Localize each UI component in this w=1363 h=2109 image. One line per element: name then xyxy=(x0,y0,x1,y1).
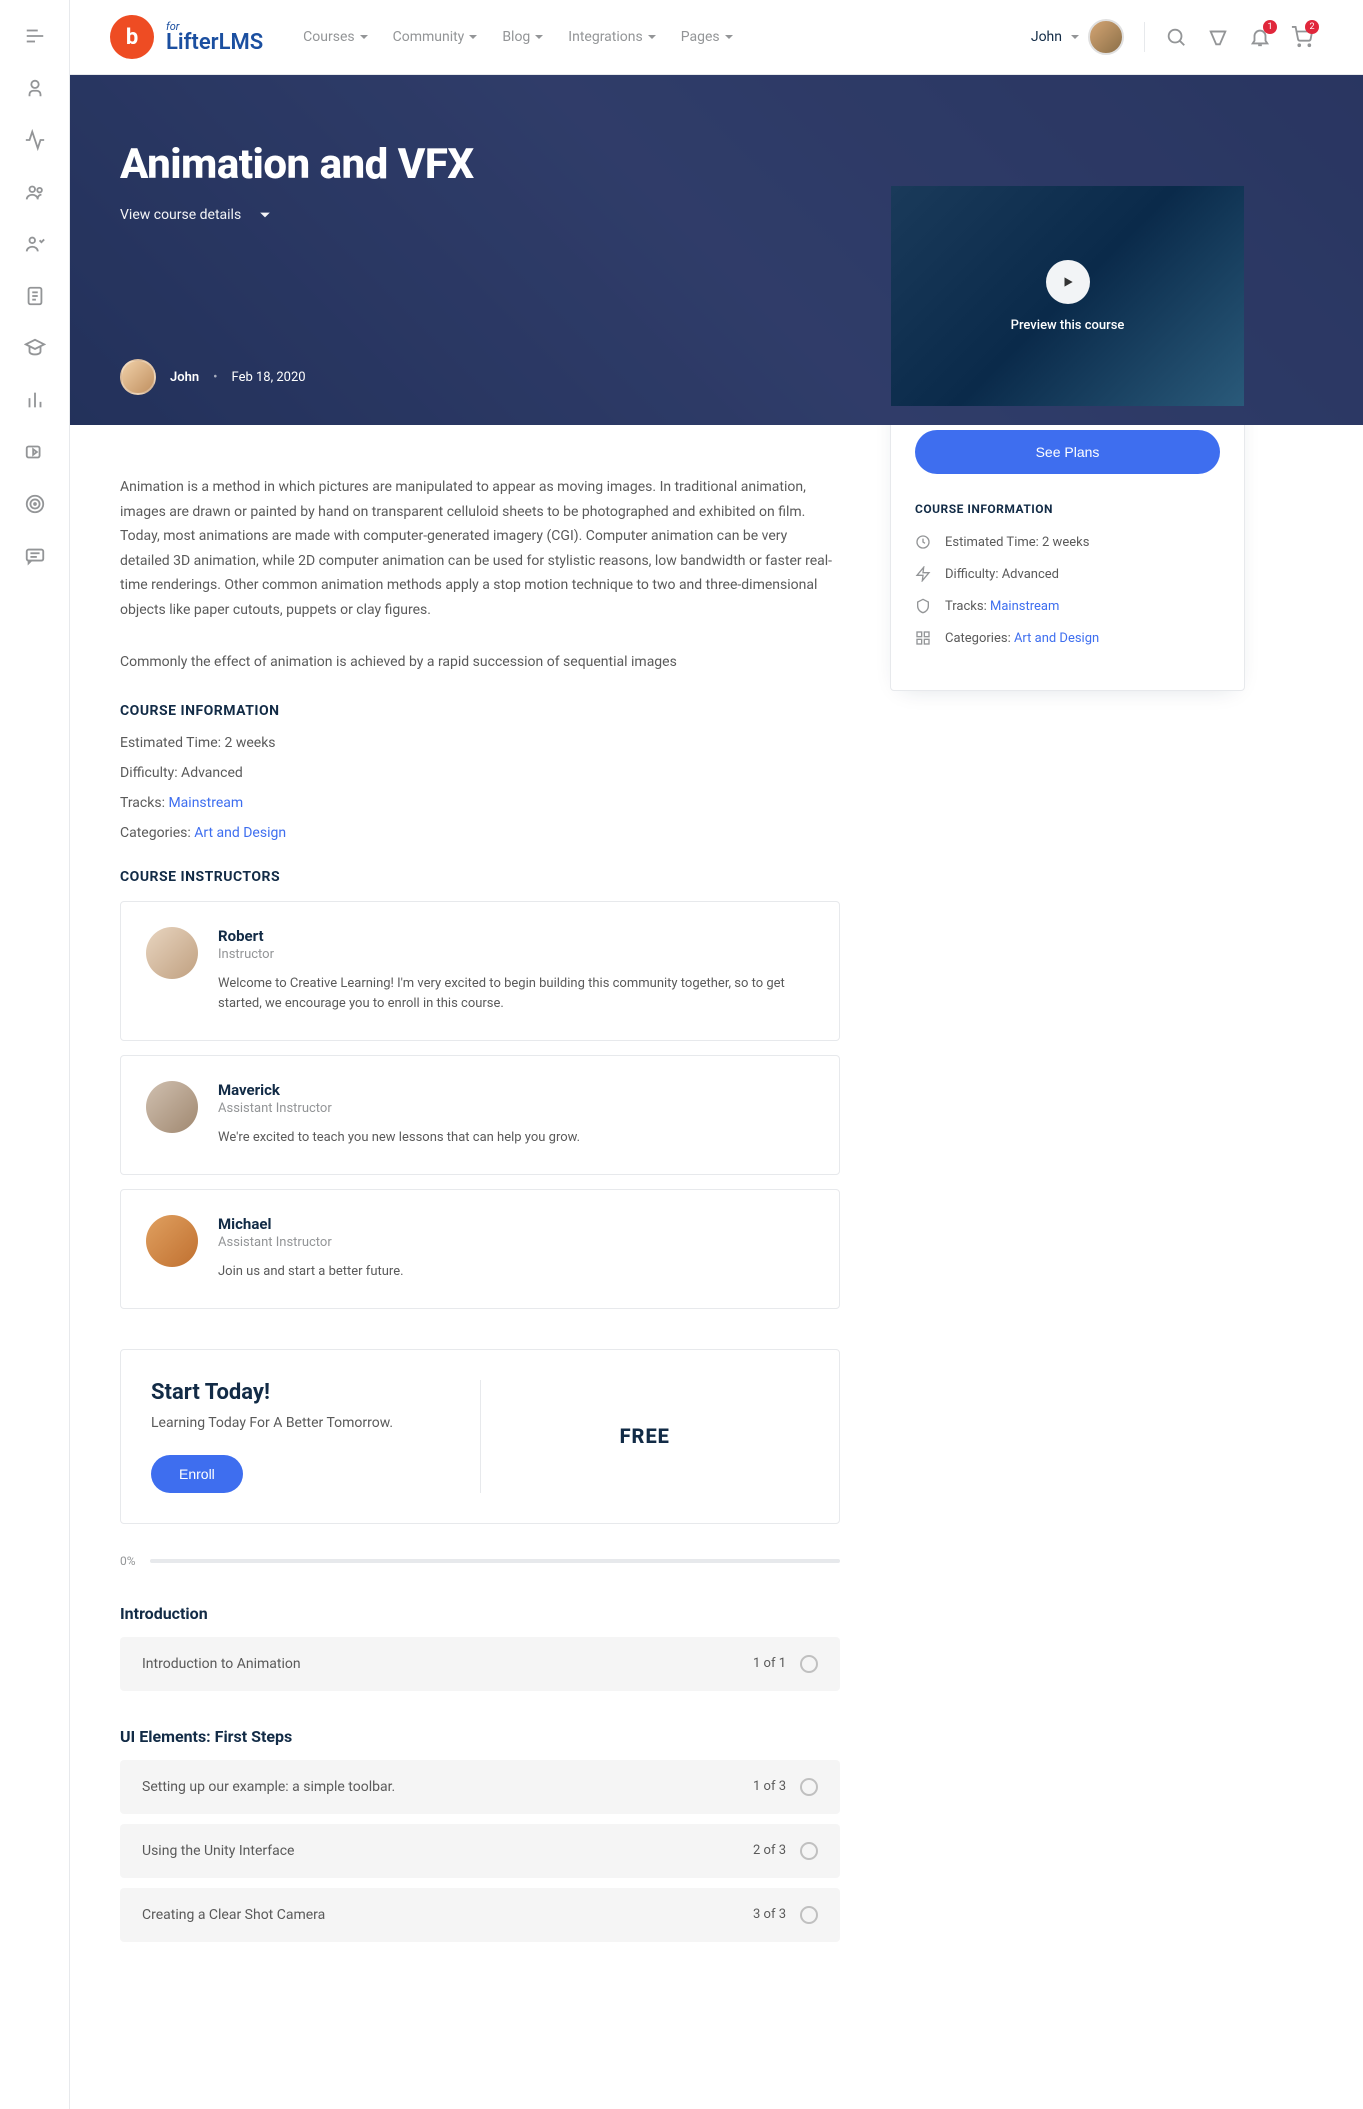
sidebar-info-item: Difficulty: Advanced xyxy=(915,566,1220,582)
enroll-card: Start Today! Learning Today For A Better… xyxy=(120,1349,840,1524)
instructor-role: Assistant Instructor xyxy=(218,1101,814,1116)
course-progress: 0% xyxy=(120,1554,840,1568)
section-title: Introduction xyxy=(120,1604,840,1623)
sidebar-info-title: COURSE INFORMATION xyxy=(915,502,1220,516)
inbox-icon[interactable] xyxy=(1207,26,1229,48)
instructor-bio: Welcome to Creative Learning! I'm very e… xyxy=(218,974,814,1016)
target-icon[interactable] xyxy=(23,492,47,516)
nav-pages[interactable]: Pages xyxy=(681,29,734,45)
vertical-sidebar xyxy=(0,0,70,2109)
play-icon[interactable] xyxy=(1046,260,1090,304)
cart-icon[interactable]: 2 xyxy=(1291,26,1313,48)
nav-integrations[interactable]: Integrations xyxy=(568,29,656,45)
courses-icon[interactable] xyxy=(23,336,47,360)
instructor-role: Instructor xyxy=(218,947,814,962)
instructor-bio: Join us and start a better future. xyxy=(218,1262,814,1283)
user-menu[interactable]: John xyxy=(1031,19,1124,55)
completion-circle xyxy=(800,1655,818,1673)
instructor-name[interactable]: Maverick xyxy=(218,1081,814,1099)
enroll-button[interactable]: Enroll xyxy=(151,1455,243,1493)
document-icon[interactable] xyxy=(23,284,47,308)
course-title: Animation and VFX xyxy=(120,140,1313,189)
see-plans-button[interactable]: See Plans xyxy=(915,430,1220,474)
instructor-name[interactable]: Michael xyxy=(218,1215,814,1233)
instructors-heading: COURSE INSTRUCTORS xyxy=(120,869,840,885)
course-description-1: Animation is a method in which pictures … xyxy=(120,475,840,622)
brand-name: LifterLMS xyxy=(166,32,263,54)
enroll-title: Start Today! xyxy=(151,1380,480,1405)
nav-community[interactable]: Community xyxy=(393,29,479,45)
course-info-heading: COURSE INFORMATION xyxy=(120,703,840,719)
search-icon[interactable] xyxy=(1165,26,1187,48)
completion-circle xyxy=(800,1906,818,1924)
progress-bar xyxy=(150,1559,840,1563)
nav-courses[interactable]: Courses xyxy=(303,29,368,45)
course-description-2: Commonly the effect of animation is achi… xyxy=(120,650,840,675)
course-price: FREE xyxy=(481,1424,810,1448)
instructor-card: Maverick Assistant Instructor We're excite… xyxy=(120,1055,840,1175)
members-icon[interactable] xyxy=(23,232,47,256)
topbar: b for LifterLMS Courses Community Blog Inte… xyxy=(70,0,1363,75)
main-nav: Courses Community Blog Integrations Pages xyxy=(303,29,733,45)
sidebar-info-list: Estimated Time: 2 weeks Difficulty: Advan… xyxy=(915,534,1220,646)
video-icon[interactable] xyxy=(23,440,47,464)
instructor-name[interactable]: Robert xyxy=(218,927,814,945)
sidebar-info-item: Tracks: Mainstream xyxy=(915,598,1220,614)
completion-circle xyxy=(800,1842,818,1860)
completion-circle xyxy=(800,1778,818,1796)
section-title: UI Elements: First Steps xyxy=(120,1727,840,1746)
groups-icon[interactable] xyxy=(23,180,47,204)
instructor-bio: We're excited to teach you new lessons t… xyxy=(218,1128,814,1149)
instructor-avatar[interactable] xyxy=(146,1081,198,1133)
stats-icon[interactable] xyxy=(23,388,47,412)
enroll-subtitle: Learning Today For A Better Tomorrow. xyxy=(151,1415,480,1431)
info-item: Estimated Time: 2 weeks xyxy=(120,735,840,751)
activity-icon[interactable] xyxy=(23,128,47,152)
course-preview[interactable]: Preview this course xyxy=(891,186,1244,406)
bell-icon[interactable]: 1 xyxy=(1249,26,1271,48)
lesson-section: UI Elements: First Steps Setting up our e… xyxy=(120,1727,840,1942)
info-item: Categories: Art and Design xyxy=(120,825,840,841)
user-avatar xyxy=(1088,19,1124,55)
instructor-card: Robert Instructor Welcome to Creative Lear… xyxy=(120,901,840,1042)
lesson-item[interactable]: Introduction to Animation1 of 1 xyxy=(120,1637,840,1691)
info-item: Difficulty: Advanced xyxy=(120,765,840,781)
instructor-avatar[interactable] xyxy=(146,1215,198,1267)
instructor-card: Michael Assistant Instructor Join us and s… xyxy=(120,1189,840,1309)
instructor-role: Assistant Instructor xyxy=(218,1235,814,1250)
chat-icon[interactable] xyxy=(23,544,47,568)
course-info-list: Estimated Time: 2 weeks Difficulty: Advan… xyxy=(120,735,840,841)
lesson-item[interactable]: Using the Unity Interface2 of 3 xyxy=(120,1824,840,1878)
nav-blog[interactable]: Blog xyxy=(502,29,544,45)
logo[interactable]: b for LifterLMS xyxy=(110,15,263,59)
course-sidebar: Preview this course See Plans COURSE INF… xyxy=(890,185,1245,691)
instructor-avatar[interactable] xyxy=(146,927,198,979)
lesson-section: Introduction Introduction to Animation1 o… xyxy=(120,1604,840,1691)
profile-icon[interactable] xyxy=(23,76,47,100)
sidebar-info-item: Estimated Time: 2 weeks xyxy=(915,534,1220,550)
lesson-item[interactable]: Creating a Clear Shot Camera3 of 3 xyxy=(120,1888,840,1942)
lesson-item[interactable]: Setting up our example: a simple toolbar… xyxy=(120,1760,840,1814)
sidebar-info-item: Categories: Art and Design xyxy=(915,630,1220,646)
author-avatar[interactable] xyxy=(120,359,156,395)
info-item: Tracks: Mainstream xyxy=(120,795,840,811)
menu-toggle-icon[interactable] xyxy=(23,24,47,48)
logo-badge: b xyxy=(110,15,154,59)
